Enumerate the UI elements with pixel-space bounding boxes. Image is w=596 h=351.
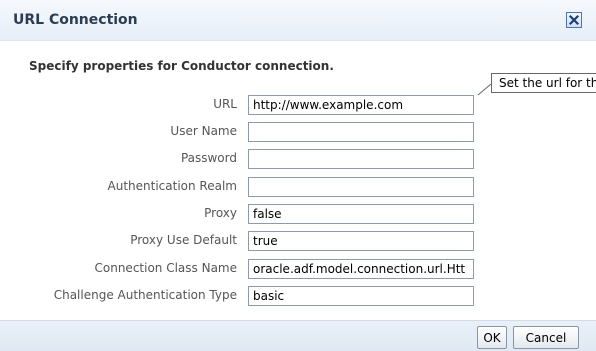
proxy-field[interactable]	[248, 204, 474, 224]
connection-class-name-label: Connection Class Name	[94, 261, 238, 275]
dialog-title: URL Connection	[13, 12, 138, 28]
proxy-use-default-field[interactable]	[248, 231, 474, 251]
user-name-label: User Name	[170, 124, 237, 138]
cancel-button[interactable]: Cancel	[513, 326, 579, 349]
authentication-realm-label: Authentication Realm	[107, 179, 237, 193]
close-x-icon	[568, 14, 580, 26]
challenge-authentication-type-label: Challenge Authentication Type	[53, 288, 237, 302]
url-label: URL	[213, 97, 237, 111]
password-field[interactable]	[248, 149, 474, 169]
password-label: Password	[180, 151, 237, 165]
challenge-authentication-type-field[interactable]	[248, 286, 474, 306]
section-heading: Specify properties for Conductor connect…	[29, 59, 334, 73]
authentication-realm-field[interactable]	[248, 177, 474, 197]
user-name-field[interactable]	[248, 122, 474, 142]
url-field[interactable]	[248, 95, 474, 115]
close-button[interactable]	[566, 12, 582, 28]
connection-class-name-field[interactable]	[248, 259, 474, 279]
ok-button[interactable]: OK	[477, 326, 507, 349]
url-tooltip: Set the url for th	[491, 73, 596, 93]
proxy-label: Proxy	[204, 206, 237, 220]
dialog-title-bar: URL Connection	[0, 0, 596, 41]
proxy-use-default-label: Proxy Use Default	[130, 233, 237, 247]
url-connection-dialog: URL Connection Specify properties for Co…	[0, 0, 596, 351]
